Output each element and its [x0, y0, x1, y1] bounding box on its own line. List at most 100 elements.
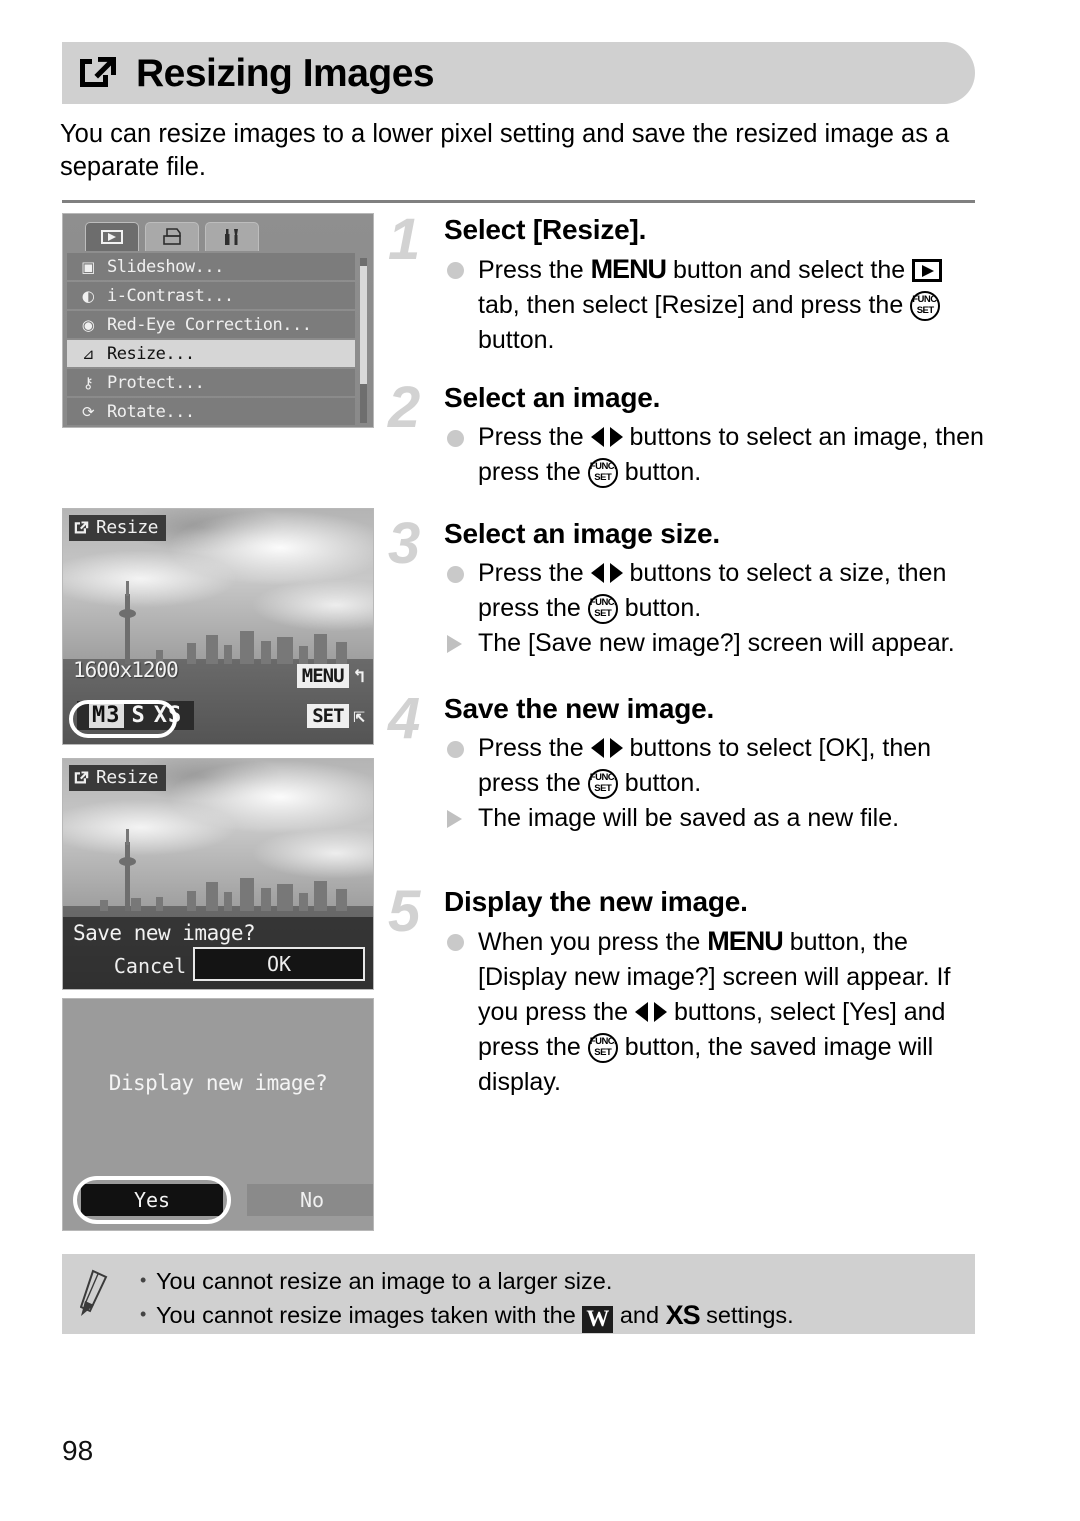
menu-button-icon: MENU: [590, 254, 667, 284]
widescreen-setting-icon: W: [582, 1306, 614, 1333]
screen-badge-label: Resize: [96, 517, 159, 538]
step-3: 3 Select an image size. Press the button…: [388, 511, 988, 661]
result-text: The [Save new image?] screen will appear…: [478, 629, 955, 657]
print-tab[interactable]: [145, 222, 199, 251]
step-1: 1 Select [Resize]. Press the MENU button…: [388, 207, 988, 358]
pencil-icon: [80, 1269, 108, 1316]
instruction-text: Press the buttons to select [OK], then p…: [478, 734, 932, 799]
note-box: You cannot resize an image to a larger s…: [62, 1254, 975, 1334]
ok-button[interactable]: OK: [193, 947, 365, 981]
screenshot-display-new-image: Display new image? Yes No: [62, 998, 374, 1231]
cn-tower: [119, 581, 136, 665]
step-title: Select an image size.: [444, 518, 720, 549]
menu-item-protect[interactable]: ⚷ Protect...: [67, 369, 355, 396]
menu-item-rotate[interactable]: ⟳ Rotate...: [67, 398, 355, 425]
screenshot-save-new-image: Resize Save new image? Cancel OK: [62, 758, 374, 990]
step-instruction: When you press the MENU button, the [Dis…: [444, 924, 988, 1100]
screenshot-playback-menu: ▣ Slideshow... ◐ i-Contrast... ◉ Red-Eye…: [62, 213, 374, 428]
page-number: 98: [62, 1435, 94, 1466]
playback-tab[interactable]: [85, 222, 139, 251]
left-right-buttons-icon: [590, 737, 623, 759]
func-set-button-icon: FUNC. SET: [587, 458, 618, 488]
instruction-text: Press the buttons to select an image, th…: [478, 423, 984, 488]
triangle-bullet-icon: [447, 635, 462, 653]
xs-setting-icon: XS: [665, 1300, 701, 1330]
menu-item-red-eye-correction[interactable]: ◉ Red-Eye Correction...: [67, 311, 355, 338]
resize-icon: [74, 771, 89, 784]
triangle-bullet-icon: [447, 810, 462, 828]
step-number: 5: [388, 879, 421, 944]
menu-item-label: Rotate...: [107, 401, 195, 422]
step-result: The image will be saved as a new file.: [444, 801, 988, 836]
menu-item-resize[interactable]: ⊿ Resize...: [67, 340, 355, 367]
note-list: You cannot resize an image to a larger s…: [140, 1263, 965, 1333]
left-right-buttons-icon: [590, 426, 623, 448]
yes-selection-ring: [73, 1176, 231, 1224]
resize-icon: ⊿: [81, 344, 95, 363]
instruction-text: Press the MENU button and select the tab…: [478, 254, 943, 354]
steps-column: 1 Select [Resize]. Press the MENU button…: [388, 207, 988, 1104]
dialog-question: Display new image?: [108, 1071, 328, 1095]
menu-key-hint: MENU ↰: [296, 664, 365, 688]
dialog-question: Save new image?: [73, 921, 256, 945]
step-title: Select [Resize].: [444, 214, 647, 245]
bullet-dot-icon: [447, 262, 464, 279]
printer-icon: [163, 228, 181, 245]
step-number: 2: [388, 375, 421, 440]
header-divider: [62, 200, 975, 203]
screen-badge: Resize: [69, 765, 167, 791]
menu-item-slideshow[interactable]: ▣ Slideshow...: [67, 253, 355, 280]
step-title: Display the new image.: [444, 886, 748, 917]
result-text: The image will be saved as a new file.: [478, 804, 900, 832]
size-selection-ring: [69, 700, 177, 738]
func-set-button-icon: FUNC. SET: [910, 291, 941, 321]
back-arrow-icon: ↰: [353, 665, 365, 687]
menu-tabs: [63, 214, 373, 251]
step-number: 4: [388, 686, 421, 751]
menu-item-label: Protect...: [107, 372, 205, 393]
wrench-hammer-icon: [225, 229, 238, 245]
func-set-button-icon: FUNC. SET: [587, 1033, 618, 1063]
intro-text: You can resize images to a lower pixel s…: [60, 120, 950, 181]
step-2: 2 Select an image. Press the buttons to …: [388, 375, 988, 490]
note-item: You cannot resize an image to a larger s…: [140, 1263, 965, 1298]
screenshot-size-select: Resize 1600x1200 M3 S XS MENU ↰ SET ⇱: [62, 508, 374, 745]
menu-item-label: i-Contrast...: [107, 285, 234, 306]
settings-tab[interactable]: [205, 222, 259, 251]
set-key-label: SET: [307, 704, 349, 728]
menu-item-label: Red-Eye Correction...: [107, 314, 312, 335]
page-header: Resizing Images: [62, 42, 975, 104]
left-right-buttons-icon: [635, 1001, 668, 1023]
instruction-text: Press the buttons to select a size, then…: [478, 559, 947, 624]
step-instruction: Press the buttons to select [OK], then p…: [444, 731, 988, 801]
instruction-text: When you press the MENU button, the [Dis…: [478, 926, 951, 1096]
step-number: 1: [388, 207, 421, 272]
func-set-button-icon: FUNC. SET: [587, 769, 618, 799]
slideshow-icon: ▣: [81, 257, 95, 276]
menu-scrollbar-thumb[interactable]: [360, 266, 367, 384]
step-number: 3: [388, 511, 421, 576]
left-right-buttons-icon: [590, 562, 623, 584]
screen-badge-label: Resize: [96, 767, 159, 788]
cn-tower: [119, 829, 136, 911]
contrast-icon: ◐: [81, 286, 95, 305]
note-item: You cannot resize images taken with the …: [140, 1297, 965, 1333]
bullet-dot-icon: [447, 430, 464, 447]
menu-item-i-contrast[interactable]: ◐ i-Contrast...: [67, 282, 355, 309]
menu-item-label: Slideshow...: [107, 256, 224, 277]
no-button[interactable]: No: [247, 1184, 373, 1216]
bullet-dot-icon: [447, 934, 464, 951]
resize-icon: [80, 57, 116, 87]
menu-item-list: ▣ Slideshow... ◐ i-Contrast... ◉ Red-Eye…: [63, 253, 373, 425]
bullet-dot-icon: [447, 741, 464, 758]
screen-badge: Resize: [69, 515, 167, 541]
step-result: The [Save new image?] screen will appear…: [444, 626, 988, 661]
rotate-icon: ⟳: [81, 402, 95, 421]
key-icon: ⚷: [82, 373, 94, 392]
resolution-label: 1600x1200: [73, 658, 179, 682]
set-key-hint: SET ⇱: [307, 704, 365, 728]
step-instruction: Press the buttons to select an image, th…: [444, 420, 988, 490]
func-set-button-icon: FUNC. SET: [587, 594, 618, 624]
menu-scrollbar[interactable]: [360, 258, 367, 423]
next-arrow-icon: ⇱: [353, 705, 365, 727]
